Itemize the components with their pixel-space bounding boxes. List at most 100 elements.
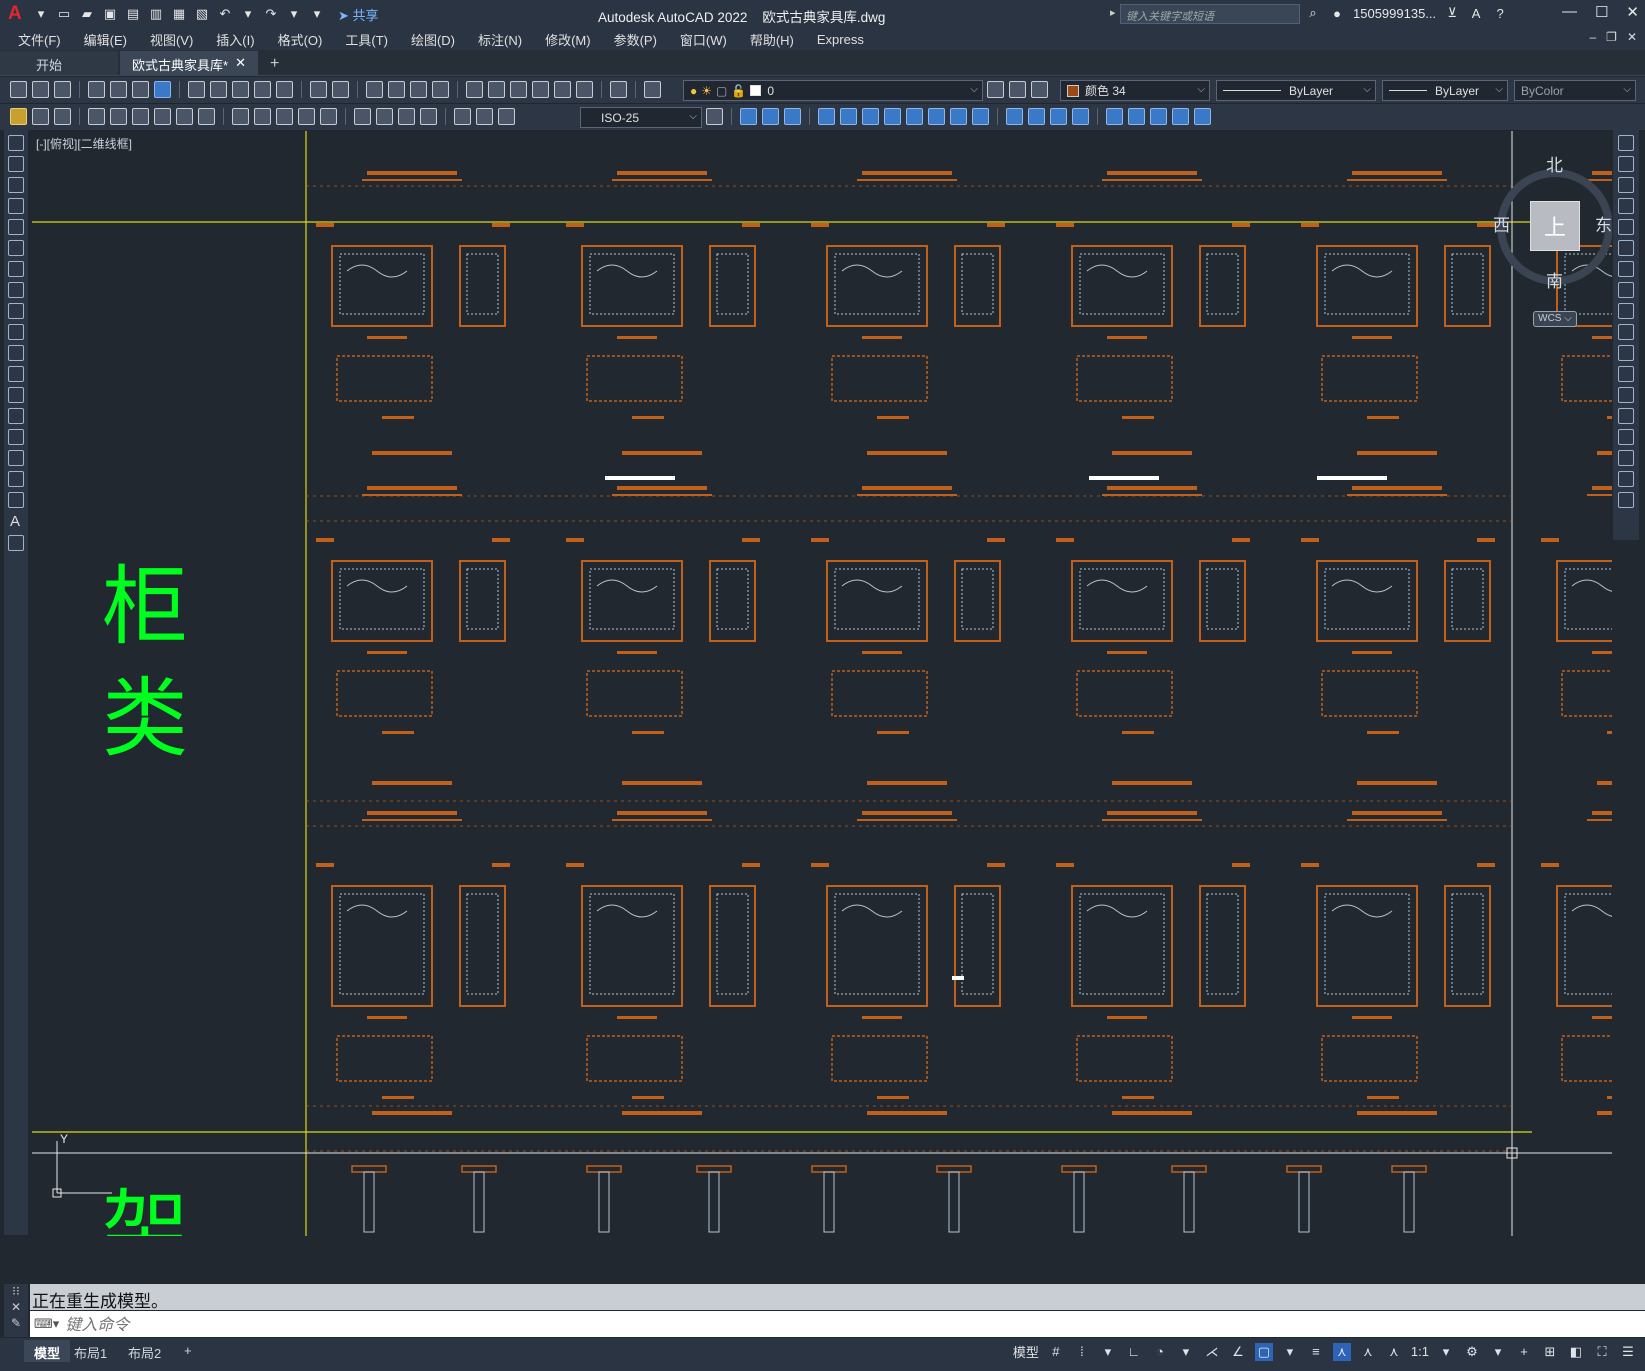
- dim-angular-icon[interactable]: [198, 108, 215, 125]
- calculator-icon[interactable]: [576, 81, 593, 98]
- array-tool-icon[interactable]: [1618, 219, 1634, 235]
- layer-properties-icon[interactable]: [644, 81, 661, 98]
- zoom-previous-icon[interactable]: [432, 81, 449, 98]
- match-properties-icon[interactable]: [254, 81, 271, 98]
- scale-dropdown-icon[interactable]: ▾: [1437, 1343, 1455, 1361]
- dim-continue-icon[interactable]: [276, 108, 293, 125]
- annotation-scale-value[interactable]: 1:1: [1411, 1344, 1429, 1359]
- close-icon[interactable]: ✕: [1626, 3, 1639, 21]
- snap-icon[interactable]: ⁞: [1073, 1343, 1091, 1361]
- menu-dimension[interactable]: 标注(N): [478, 30, 522, 49]
- menu-view[interactable]: 视图(V): [150, 30, 193, 49]
- menu-modify[interactable]: 修改(M): [545, 30, 591, 49]
- break-icon[interactable]: [1006, 108, 1023, 125]
- tab-start[interactable]: 开始: [0, 51, 118, 75]
- osnap-dropdown-icon[interactable]: ▾: [1281, 1343, 1299, 1361]
- region-icon[interactable]: [8, 471, 24, 487]
- dim-linear-icon[interactable]: [32, 108, 49, 125]
- dim-baseline-icon[interactable]: [254, 108, 271, 125]
- auto-scale-icon[interactable]: ⋏: [1359, 1343, 1377, 1361]
- line-tool-icon[interactable]: [8, 135, 24, 151]
- units-icon[interactable]: ⊞: [1541, 1343, 1559, 1361]
- user-icon[interactable]: ●: [1329, 5, 1345, 21]
- polar-icon[interactable]: ◔: [1151, 1343, 1169, 1361]
- command-prompt-icon[interactable]: ⌨▾: [34, 1316, 59, 1332]
- inspection-icon[interactable]: [398, 108, 415, 125]
- menu-express[interactable]: Express: [817, 32, 864, 47]
- text-tool-icon[interactable]: A: [10, 513, 22, 530]
- snap-dropdown-icon[interactable]: ▾: [1099, 1343, 1117, 1361]
- new-icon[interactable]: [10, 81, 27, 98]
- copy-object-icon[interactable]: [762, 108, 779, 125]
- break-tool-icon[interactable]: [1618, 387, 1634, 403]
- properties-icon[interactable]: [466, 81, 483, 98]
- isodraft-icon[interactable]: ⋌: [1203, 1343, 1221, 1361]
- align-icon[interactable]: [1150, 108, 1167, 125]
- help-icon[interactable]: [610, 81, 627, 98]
- plot-preview-icon[interactable]: [110, 81, 127, 98]
- command-customize-icon[interactable]: ✎: [4, 1316, 28, 1330]
- ellipse-arc-icon[interactable]: [8, 345, 24, 361]
- autodesk-a-icon[interactable]: A: [1468, 5, 1484, 21]
- save-icon[interactable]: [54, 81, 71, 98]
- menu-file[interactable]: 文件(F): [18, 30, 61, 49]
- scale-icon[interactable]: [906, 108, 923, 125]
- center-mark-icon[interactable]: [376, 108, 393, 125]
- edit-polyline-icon[interactable]: [1194, 108, 1211, 125]
- doc-close-icon[interactable]: ✕: [1627, 30, 1637, 44]
- redo-icon[interactable]: ↷: [263, 6, 279, 22]
- command-close-icon[interactable]: ✕: [4, 1300, 28, 1314]
- dim-update-icon[interactable]: [498, 108, 515, 125]
- cut-icon[interactable]: [188, 81, 205, 98]
- make-current-layer-icon[interactable]: [987, 81, 1004, 98]
- drawing-canvas[interactable]: [-][俯视][二维线框] Y 柜类 架 上 北 南 东 西 WCS ⌵: [32, 131, 1612, 1236]
- fullscreen-icon[interactable]: ⛶: [1593, 1343, 1611, 1361]
- scale-tool-icon[interactable]: [1618, 282, 1634, 298]
- point-icon[interactable]: [8, 408, 24, 424]
- redo-dropdown-icon[interactable]: ▾: [286, 6, 302, 22]
- construction-line-icon[interactable]: [8, 156, 24, 172]
- trim-icon[interactable]: [950, 108, 967, 125]
- publish-icon[interactable]: [132, 81, 149, 98]
- workspace-gear-icon[interactable]: ⚙: [1463, 1343, 1481, 1361]
- blend-tool-icon[interactable]: [1618, 471, 1634, 487]
- annotation-monitor-icon[interactable]: +: [1515, 1343, 1533, 1361]
- blend-icon[interactable]: [1128, 108, 1145, 125]
- customize-icon[interactable]: ▾: [309, 6, 325, 22]
- sheet-set-icon[interactable]: [532, 81, 549, 98]
- dim-style-icon[interactable]: [706, 108, 723, 125]
- chamfer-icon[interactable]: [1050, 108, 1067, 125]
- dim-radius-icon[interactable]: [132, 108, 149, 125]
- join-icon[interactable]: [1028, 108, 1045, 125]
- menu-insert[interactable]: 插入(I): [216, 30, 254, 49]
- layer-viewport-icon[interactable]: ▢: [716, 84, 727, 98]
- grid-icon[interactable]: #: [1047, 1343, 1065, 1361]
- zoom-realtime-icon[interactable]: [388, 81, 405, 98]
- lineweight-dropdown[interactable]: ByLayer ⌵: [1382, 80, 1508, 101]
- layer-previous-icon[interactable]: [1009, 81, 1026, 98]
- make-block-icon[interactable]: [8, 387, 24, 403]
- osnap-icon[interactable]: ▢: [1254, 1342, 1273, 1361]
- plot-icon[interactable]: ▧: [194, 6, 210, 22]
- explode-tool-icon[interactable]: [1618, 492, 1634, 508]
- insert-block-icon[interactable]: [8, 366, 24, 382]
- dim-text-edit-icon[interactable]: [476, 108, 493, 125]
- pan-icon[interactable]: [366, 81, 383, 98]
- fillet-tool-icon[interactable]: [1618, 450, 1634, 466]
- dimstyle-dropdown[interactable]: ISO-25 ⌵: [580, 107, 702, 128]
- dim-diameter-icon[interactable]: [176, 108, 193, 125]
- polygon-icon[interactable]: [8, 198, 24, 214]
- compass-west[interactable]: 西: [1493, 211, 1510, 236]
- revision-cloud-icon[interactable]: [8, 282, 24, 298]
- layer-on-icon[interactable]: ●: [690, 84, 697, 98]
- dim-break-icon[interactable]: [320, 108, 337, 125]
- menu-window[interactable]: 窗口(W): [680, 30, 727, 49]
- trim-tool-icon[interactable]: [1618, 324, 1634, 340]
- grip-dots-icon[interactable]: ⁝⁝: [4, 1284, 28, 1298]
- design-center-icon[interactable]: [154, 81, 171, 98]
- otrack-icon[interactable]: ∠: [1229, 1343, 1247, 1361]
- move-icon[interactable]: [862, 108, 879, 125]
- array-icon[interactable]: [840, 108, 857, 125]
- command-line-grip[interactable]: ⁝⁝ ✕ ✎: [4, 1284, 28, 1337]
- arc-icon[interactable]: [8, 240, 24, 256]
